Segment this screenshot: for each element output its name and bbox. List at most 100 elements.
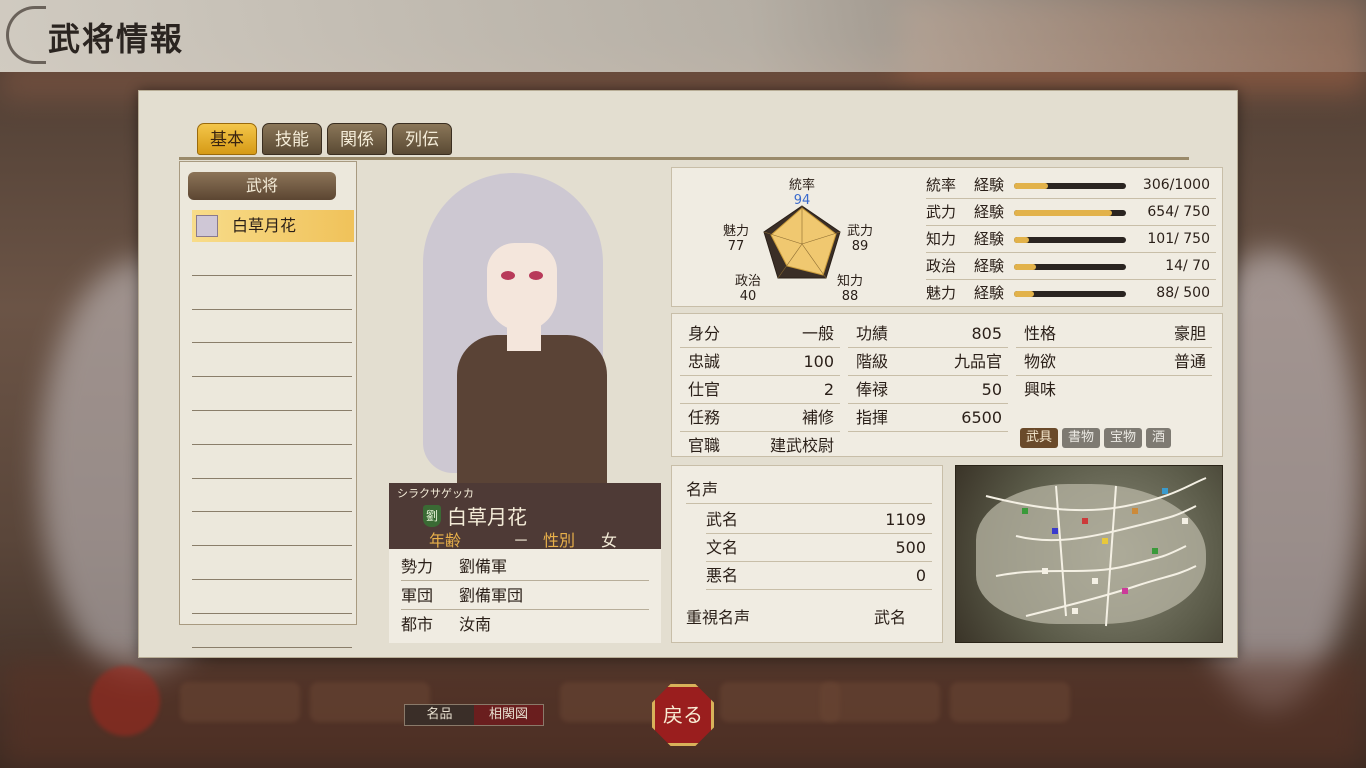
- experience-value: 14/ 70: [1165, 258, 1210, 274]
- attribute-value: 一般: [801, 324, 834, 343]
- experience-bar-fill: [1014, 237, 1030, 243]
- experience-row: 魅力 経験 88/ 500: [926, 280, 1216, 307]
- attribute-row: 性格 豪胆: [1016, 320, 1212, 348]
- portrait-body: [457, 335, 607, 485]
- interest-tag-wine: 酒: [1146, 428, 1172, 448]
- screen-header: 武将情報: [0, 0, 1366, 72]
- attribute-key: 物欲: [1024, 352, 1057, 371]
- toggle-relation-chart[interactable]: 相関図: [474, 705, 543, 725]
- view-toggle: 名品 相関図: [404, 704, 544, 726]
- attribute-value: 建武校尉: [769, 436, 834, 455]
- tab-biography[interactable]: 列伝: [392, 123, 452, 155]
- attributes-column-1: 身分 一般 忠誠 100 仕官 2 任務 補修 官職 建武校尉: [680, 320, 840, 460]
- fame-value: 500: [895, 538, 926, 557]
- attribute-value: 九品官: [953, 352, 1002, 371]
- affiliation-row-faction: 勢力 劉備軍: [401, 553, 649, 581]
- officer-info-panel: 基本 技能 関係 列伝 武将 白草月花 シラクサゲッカ 劉 白草月花 年齢 － …: [138, 90, 1238, 658]
- attribute-row: 指揮 6500: [848, 404, 1008, 432]
- experience-stat: 武力: [926, 203, 957, 221]
- radar-label-charm: 魅力 77: [716, 220, 756, 254]
- list-item: [192, 512, 352, 547]
- officer-thumbnail-icon: [196, 215, 218, 237]
- experience-stat: 知力: [926, 230, 957, 248]
- experience-stat: 魅力: [926, 284, 957, 302]
- officer-list-header[interactable]: 武将: [188, 172, 336, 200]
- attribute-row: 物欲 普通: [1016, 348, 1212, 376]
- radar-stat-name: 知力: [836, 274, 863, 289]
- interest-tag-weapons: 武具: [1020, 428, 1059, 448]
- attribute-value: 2: [823, 380, 834, 399]
- experience-row: 知力 経験 101/ 750: [926, 226, 1216, 253]
- list-item: [192, 310, 352, 344]
- menu-button-blurred: [820, 682, 940, 722]
- radar-stat-name: 統率: [788, 178, 815, 193]
- list-item: [192, 343, 352, 378]
- radar-label-politics: 政治 40: [728, 270, 768, 304]
- attribute-row: 身分 一般: [680, 320, 840, 348]
- age-label: 年齢: [429, 531, 462, 550]
- tab-relations[interactable]: 関係: [327, 123, 387, 155]
- attribute-key: 階級: [856, 352, 889, 371]
- officer-list-item-selected[interactable]: 白草月花: [192, 210, 354, 242]
- experience-stat: 統率: [926, 176, 957, 194]
- interest-tag-books: 書物: [1062, 428, 1101, 448]
- attributes-column-3: 性格 豪胆 物欲 普通 興味: [1016, 320, 1212, 404]
- officer-list: 武将 白草月花: [179, 161, 357, 648]
- menu-button-blurred: [180, 682, 300, 722]
- sex-value: 女: [601, 531, 618, 550]
- tab-divider: [179, 157, 1189, 160]
- attribute-key: 功績: [856, 324, 889, 343]
- attribute-row: 興味: [1016, 376, 1212, 404]
- attribute-value: 豪胆: [1173, 324, 1206, 343]
- affiliation-value: 劉備軍: [459, 557, 508, 576]
- radar-stat-name: 政治: [734, 274, 761, 289]
- list-item: [192, 242, 352, 276]
- fame-priority-row: 重視名声 武名: [686, 604, 932, 632]
- attribute-value: 6500: [961, 408, 1002, 427]
- experience-bar-fill: [1014, 210, 1112, 216]
- radar-stat-value: 40: [739, 289, 757, 304]
- experience-bar: [1014, 183, 1126, 189]
- affiliation-box: 勢力 劉備軍 軍団 劉備軍団 都市 汝南: [389, 549, 661, 643]
- experience-bar-fill: [1014, 264, 1037, 270]
- screen-title: 武将情報: [48, 20, 185, 58]
- experience-list: 統率 経験 306/1000 武力 経験 654/ 750 知力 経験 101/…: [926, 172, 1216, 307]
- experience-label: 経験: [974, 230, 1005, 248]
- list-item: [192, 580, 352, 614]
- experience-bar-fill: [1014, 291, 1034, 297]
- territory-minimap[interactable]: [955, 465, 1223, 643]
- fame-key: 文名: [706, 538, 739, 557]
- affiliation-key: 軍団: [401, 586, 434, 605]
- tab-skills[interactable]: 技能: [262, 123, 322, 155]
- officer-name: 白草月花: [447, 505, 527, 529]
- attribute-key: 忠誠: [688, 352, 721, 371]
- attribute-row: 官職 建武校尉: [680, 432, 840, 460]
- experience-value: 306/1000: [1142, 177, 1210, 193]
- radar-label-intel: 知力 88: [830, 270, 870, 304]
- experience-stat: 政治: [926, 257, 957, 275]
- attribute-value: 805: [971, 324, 1002, 343]
- attribute-key: 任務: [688, 408, 721, 427]
- tab-basic[interactable]: 基本: [197, 123, 257, 155]
- affiliation-value: 汝南: [459, 615, 492, 634]
- tab-bar: 基本 技能 関係 列伝: [197, 123, 452, 155]
- experience-bar: [1014, 264, 1126, 270]
- experience-row: 武力 経験 654/ 750: [926, 199, 1216, 226]
- affiliation-row-city: 都市 汝南: [401, 611, 649, 639]
- affiliation-key: 都市: [401, 615, 434, 634]
- toggle-treasures[interactable]: 名品: [405, 705, 474, 725]
- attribute-key: 性格: [1024, 324, 1057, 343]
- radar-label-war: 武力 89: [840, 220, 880, 254]
- header-ornament-icon: [6, 6, 46, 64]
- attribute-row: 仕官 2: [680, 376, 840, 404]
- experience-bar: [1014, 291, 1126, 297]
- stat-radar-chart: 統率 94 武力 89 知力 88 政治 40 魅力 77: [672, 168, 922, 308]
- fame-row: 文名 500: [706, 534, 932, 562]
- portrait-face: [487, 243, 557, 331]
- menu-button-blurred: [90, 666, 160, 736]
- fame-priority-label: 重視名声: [686, 608, 751, 627]
- radar-stat-value: 77: [727, 239, 745, 254]
- list-item: [192, 614, 352, 648]
- radar-stat-value: 94: [793, 193, 811, 208]
- experience-label: 経験: [974, 284, 1005, 302]
